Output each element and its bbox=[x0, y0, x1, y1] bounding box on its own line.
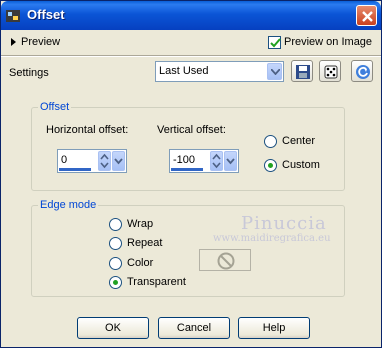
repeat-radio[interactable] bbox=[109, 237, 122, 250]
help-button[interactable]: Help bbox=[238, 317, 310, 339]
horizontal-offset-label: Horizontal offset: bbox=[46, 124, 129, 136]
close-button[interactable] bbox=[356, 5, 377, 26]
watermark-url: www.maidiregrafica.eu bbox=[213, 233, 331, 244]
custom-radio[interactable] bbox=[264, 159, 277, 172]
center-label[interactable]: Center bbox=[282, 135, 315, 147]
vertical-offset-slider[interactable] bbox=[171, 168, 203, 171]
settings-select[interactable]: Last Used bbox=[155, 61, 284, 82]
vertical-offset-label: Vertical offset: bbox=[157, 124, 226, 136]
center-radio[interactable] bbox=[264, 135, 277, 148]
offset-group: Offset Horizontal offset: 0 Vertical off… bbox=[31, 101, 345, 191]
preview-on-image-label[interactable]: Preview on Image bbox=[284, 36, 372, 48]
chevron-down-icon[interactable] bbox=[224, 151, 237, 171]
transparent-radio[interactable] bbox=[109, 276, 122, 289]
repeat-label[interactable]: Repeat bbox=[127, 237, 162, 249]
transparent-label[interactable]: Transparent bbox=[127, 276, 186, 288]
vertical-offset-spinner[interactable] bbox=[210, 151, 237, 171]
offset-legend: Offset bbox=[38, 101, 72, 113]
color-label[interactable]: Color bbox=[127, 257, 153, 269]
preview-row: Preview Preview on Image bbox=[1, 32, 381, 54]
reset-icon bbox=[356, 65, 370, 79]
app-icon bbox=[5, 8, 21, 24]
preview-on-image-checkbox[interactable] bbox=[268, 36, 281, 49]
spin-up-down-icon[interactable] bbox=[98, 151, 111, 171]
watermark-name: Pinuccia bbox=[241, 213, 327, 234]
edge-color-swatch[interactable] bbox=[199, 249, 251, 271]
reset-button[interactable] bbox=[351, 60, 373, 82]
vertical-offset-input[interactable]: -100 bbox=[169, 149, 239, 173]
horizontal-offset-input[interactable]: 0 bbox=[57, 149, 127, 173]
preview-toggle[interactable]: Preview bbox=[21, 36, 60, 48]
no-color-icon bbox=[217, 252, 235, 270]
randomize-button[interactable] bbox=[319, 60, 341, 82]
settings-select-value: Last Used bbox=[159, 65, 209, 77]
horizontal-offset-slider[interactable] bbox=[59, 168, 91, 171]
checkmark-icon bbox=[270, 38, 281, 48]
custom-label[interactable]: Custom bbox=[282, 159, 320, 171]
offset-dialog: Offset Preview Preview on Image Settings… bbox=[0, 0, 382, 348]
divider bbox=[1, 55, 381, 57]
expand-arrow-icon[interactable] bbox=[11, 38, 16, 46]
horizontal-offset-value: 0 bbox=[61, 154, 68, 166]
chevron-down-icon[interactable] bbox=[112, 151, 125, 171]
chevron-down-icon[interactable] bbox=[267, 63, 282, 80]
edge-mode-legend: Edge mode bbox=[38, 199, 99, 211]
wrap-radio[interactable] bbox=[109, 218, 122, 231]
horizontal-offset-spinner[interactable] bbox=[98, 151, 125, 171]
close-icon bbox=[362, 11, 373, 22]
title-bar[interactable]: Offset bbox=[1, 1, 381, 30]
wrap-label[interactable]: Wrap bbox=[127, 218, 153, 230]
save-icon bbox=[296, 65, 310, 79]
cancel-button[interactable]: Cancel bbox=[158, 317, 230, 339]
color-radio[interactable] bbox=[109, 257, 122, 270]
window-title: Offset bbox=[27, 7, 65, 22]
randomize-icon bbox=[324, 65, 338, 79]
save-preset-button[interactable] bbox=[291, 60, 313, 82]
spin-up-down-icon[interactable] bbox=[210, 151, 223, 171]
settings-label: Settings bbox=[9, 67, 49, 79]
vertical-offset-value: -100 bbox=[173, 154, 196, 166]
ok-button[interactable]: OK bbox=[77, 317, 149, 339]
